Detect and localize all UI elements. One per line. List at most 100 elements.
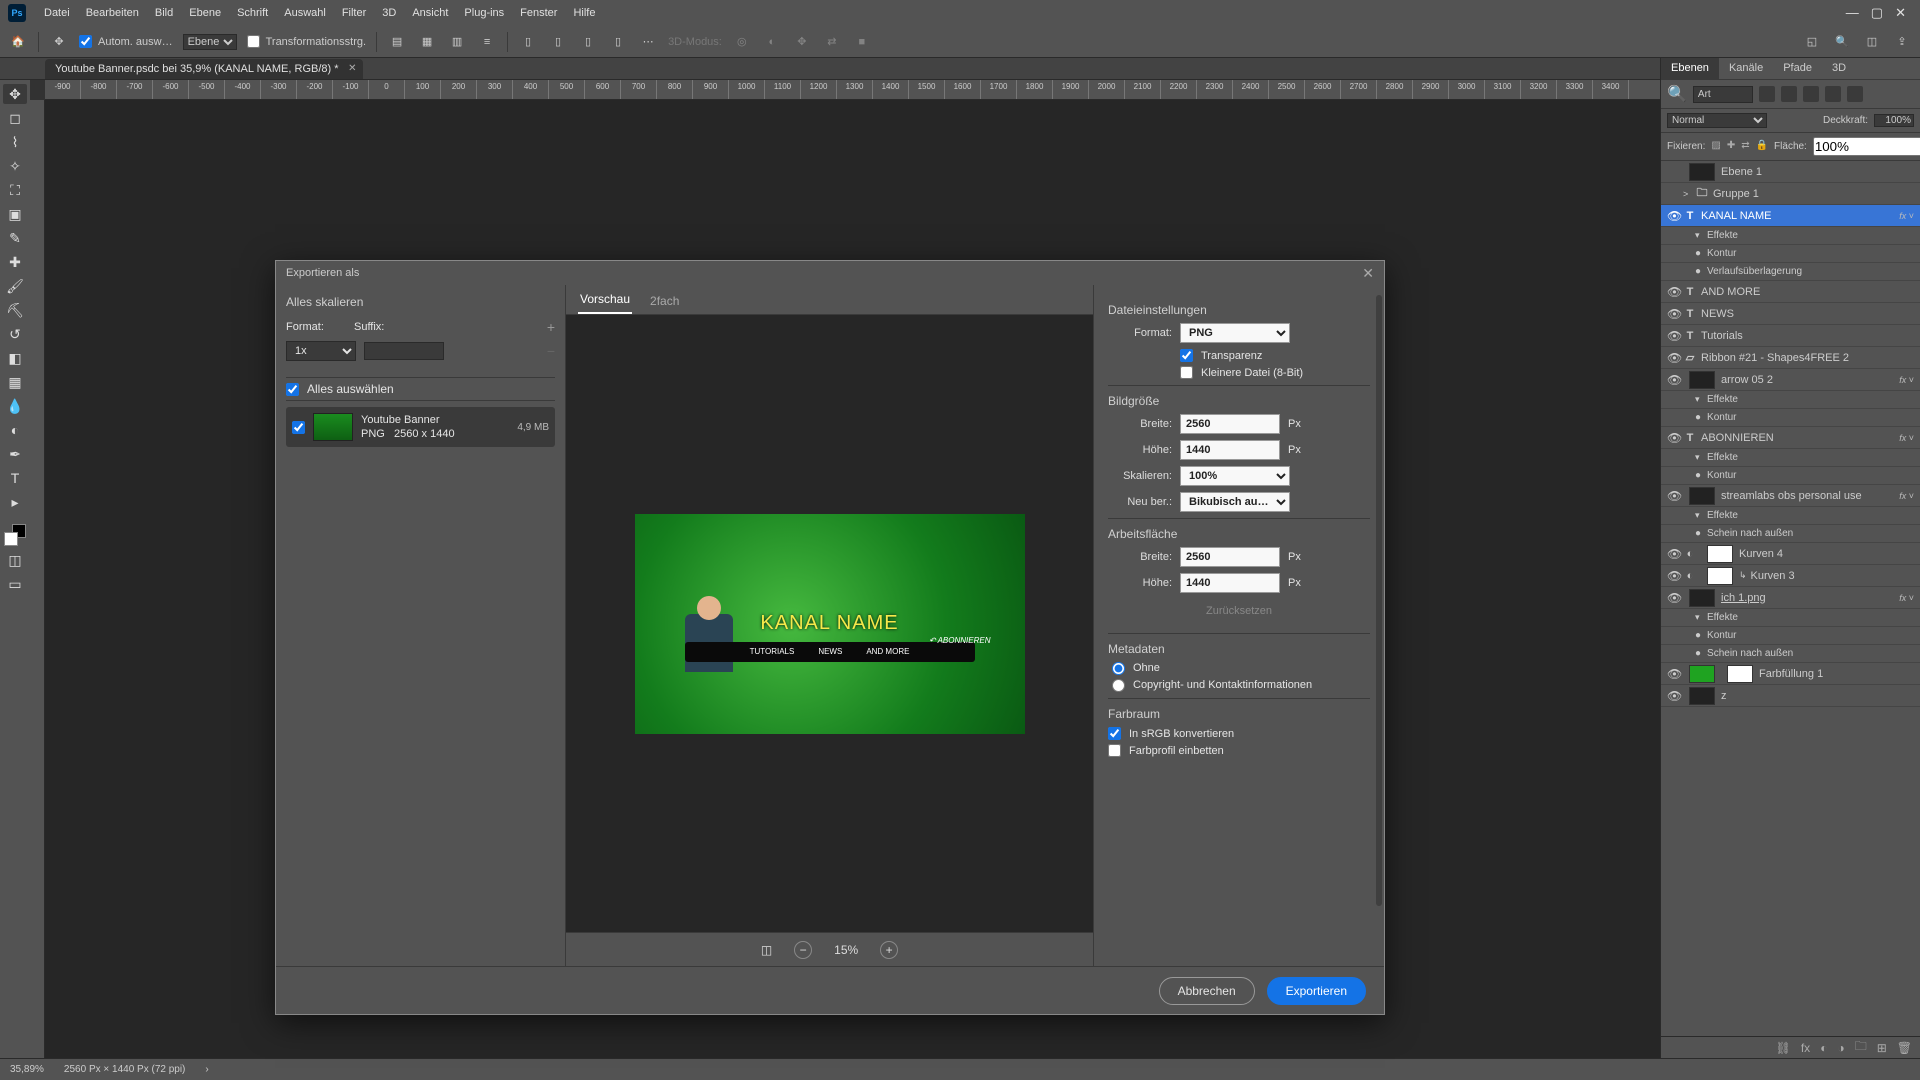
- new-layer-icon[interactable]: ⊞: [1877, 1041, 1887, 1055]
- menu-hilfe[interactable]: Hilfe: [565, 7, 603, 19]
- expand-arrow-icon[interactable]: >: [1683, 189, 1695, 199]
- asset-checkbox[interactable]: [292, 421, 305, 434]
- stamp-tool-icon[interactable]: ⛏: [3, 300, 27, 320]
- document-tab-close-icon[interactable]: ✕: [348, 63, 356, 74]
- metadata-copyright-radio[interactable]: [1112, 679, 1125, 692]
- layer-row[interactable]: ▾Effekte: [1661, 507, 1920, 525]
- minimize-icon[interactable]: —: [1846, 5, 1859, 21]
- tab-pfade[interactable]: Pfade: [1773, 58, 1822, 79]
- document-tab[interactable]: Youtube Banner.psdc bei 35,9% (KANAL NAM…: [45, 59, 363, 79]
- layer-row[interactable]: 👁z: [1661, 685, 1920, 707]
- visibility-toggle-icon[interactable]: 👁: [1667, 667, 1683, 681]
- fx-indicator[interactable]: fx ˅: [1899, 375, 1914, 385]
- fill-input[interactable]: [1813, 137, 1920, 156]
- gradient-tool-icon[interactable]: ▦: [3, 372, 27, 392]
- align-left-icon[interactable]: ▤: [387, 32, 407, 52]
- asset-item[interactable]: Youtube Banner PNG 2560 x 1440 4,9 MB: [286, 407, 555, 447]
- lock-position-icon[interactable]: ✚: [1727, 140, 1735, 154]
- move-tool-icon[interactable]: ✥: [3, 84, 27, 104]
- more-options-icon[interactable]: ⋯: [638, 32, 658, 52]
- fx-indicator[interactable]: fx ˅: [1899, 593, 1914, 603]
- menu-auswahl[interactable]: Auswahl: [276, 7, 334, 19]
- adjustment-layer-icon[interactable]: ◑: [1837, 1041, 1844, 1055]
- menu-ansicht[interactable]: Ansicht: [404, 7, 456, 19]
- visibility-toggle-icon[interactable]: 👁: [1667, 489, 1683, 503]
- menu-bild[interactable]: Bild: [147, 7, 181, 19]
- format-select[interactable]: PNG: [1180, 323, 1290, 343]
- filter-shape-icon[interactable]: [1825, 86, 1841, 102]
- preview-tab-2fach[interactable]: 2fach: [648, 288, 681, 314]
- layer-row[interactable]: 👁TTutorials: [1661, 325, 1920, 347]
- move-tool-icon[interactable]: ✥: [49, 32, 69, 52]
- zoom-out-icon[interactable]: −: [794, 941, 812, 959]
- lock-pixels-icon[interactable]: ▨: [1711, 140, 1720, 154]
- blur-tool-icon[interactable]: 💧: [3, 396, 27, 416]
- pen-tool-icon[interactable]: ✒: [3, 444, 27, 464]
- export-button[interactable]: Exportieren: [1267, 977, 1366, 1005]
- frame-icon[interactable]: ◫: [1862, 32, 1882, 52]
- layer-row[interactable]: ▾Effekte: [1661, 449, 1920, 467]
- close-icon[interactable]: ✕: [1895, 5, 1906, 21]
- layer-mask-icon[interactable]: ◐: [1820, 1041, 1827, 1055]
- align-stretch-h-icon[interactable]: ≡: [477, 32, 497, 52]
- preview-tab-vorschau[interactable]: Vorschau: [578, 286, 632, 314]
- menu-fenster[interactable]: Fenster: [512, 7, 565, 19]
- align-stretch-v-icon[interactable]: ▯: [608, 32, 628, 52]
- workspace-icon[interactable]: ◱: [1802, 32, 1822, 52]
- visibility-toggle-icon[interactable]: 👁: [1667, 307, 1683, 321]
- layer-row[interactable]: 👁Farbfüllung 1: [1661, 663, 1920, 685]
- align-right-icon[interactable]: ▥: [447, 32, 467, 52]
- layer-row[interactable]: >🗀Gruppe 1: [1661, 183, 1920, 205]
- layer-row[interactable]: ●Kontur: [1661, 467, 1920, 485]
- visibility-toggle-icon[interactable]: 👁: [1667, 431, 1683, 445]
- layer-group-icon[interactable]: 🗀: [1855, 1037, 1867, 1058]
- wand-tool-icon[interactable]: ✧: [3, 156, 27, 176]
- canvas-width-input[interactable]: [1180, 547, 1280, 567]
- filter-image-icon[interactable]: [1759, 86, 1775, 102]
- blend-mode-select[interactable]: Normal: [1667, 113, 1767, 128]
- select-all-checkbox[interactable]: [286, 383, 299, 396]
- quick-mask-icon[interactable]: ◫: [3, 550, 27, 570]
- layer-row[interactable]: ▾Effekte: [1661, 391, 1920, 409]
- lock-nest-icon[interactable]: ⇄: [1741, 140, 1749, 154]
- layer-filter-input[interactable]: [1693, 86, 1753, 103]
- auto-select-checkbox[interactable]: [79, 35, 92, 48]
- lasso-tool-icon[interactable]: ⌇: [3, 132, 27, 152]
- visibility-toggle-icon[interactable]: 👁: [1667, 285, 1683, 299]
- scale-suffix-input[interactable]: [364, 342, 444, 360]
- layer-row[interactable]: 👁◐↳Kurven 3: [1661, 565, 1920, 587]
- layer-row[interactable]: ▾Effekte: [1661, 609, 1920, 627]
- embed-profile-checkbox[interactable]: [1108, 744, 1121, 757]
- frame-tool-icon[interactable]: ▣: [3, 204, 27, 224]
- filter-adjust-icon[interactable]: [1781, 86, 1797, 102]
- search-icon[interactable]: 🔍: [1832, 32, 1852, 52]
- status-info[interactable]: 2560 Px × 1440 Px (72 ppi): [64, 1064, 185, 1075]
- visibility-toggle-icon[interactable]: 👁: [1667, 569, 1683, 583]
- color-swatch[interactable]: [4, 524, 26, 546]
- fx-expand-icon[interactable]: ▾: [1695, 394, 1707, 405]
- metadata-none-radio[interactable]: [1112, 662, 1125, 675]
- dodge-tool-icon[interactable]: ◐: [3, 420, 27, 440]
- link-layers-icon[interactable]: ⛓: [1776, 1041, 1791, 1055]
- delete-layer-icon[interactable]: 🗑: [1897, 1041, 1912, 1055]
- layer-row[interactable]: 👁TNEWS: [1661, 303, 1920, 325]
- reset-button[interactable]: Zurücksetzen: [1108, 599, 1370, 627]
- menu-ebene[interactable]: Ebene: [181, 7, 229, 19]
- canvas-height-input[interactable]: [1180, 573, 1280, 593]
- layer-row[interactable]: 👁◐Kurven 4: [1661, 543, 1920, 565]
- maximize-icon[interactable]: ▢: [1871, 5, 1883, 21]
- crop-tool-icon[interactable]: ⛶: [3, 180, 27, 200]
- layers-list[interactable]: Ebene 1>🗀Gruppe 1👁TKANAL NAMEfx ˅▾Effekt…: [1661, 161, 1920, 1036]
- layer-row[interactable]: ●Schein nach außen: [1661, 645, 1920, 663]
- align-vcenter-icon[interactable]: ▯: [548, 32, 568, 52]
- dialog-title-bar[interactable]: Exportieren als ✕: [276, 261, 1384, 285]
- layer-row[interactable]: 👁arrow 05 2fx ˅: [1661, 369, 1920, 391]
- marquee-tool-icon[interactable]: ◻: [3, 108, 27, 128]
- align-top-icon[interactable]: ▯: [518, 32, 538, 52]
- home-icon[interactable]: 🏠: [8, 32, 28, 52]
- smaller-file-checkbox[interactable]: [1180, 366, 1193, 379]
- status-chevron-icon[interactable]: ›: [205, 1064, 208, 1075]
- ruler-vertical[interactable]: [30, 100, 45, 1058]
- layer-row[interactable]: 👁▱Ribbon #21 - Shapes4FREE 2: [1661, 347, 1920, 369]
- visibility-toggle-icon[interactable]: 👁: [1667, 329, 1683, 343]
